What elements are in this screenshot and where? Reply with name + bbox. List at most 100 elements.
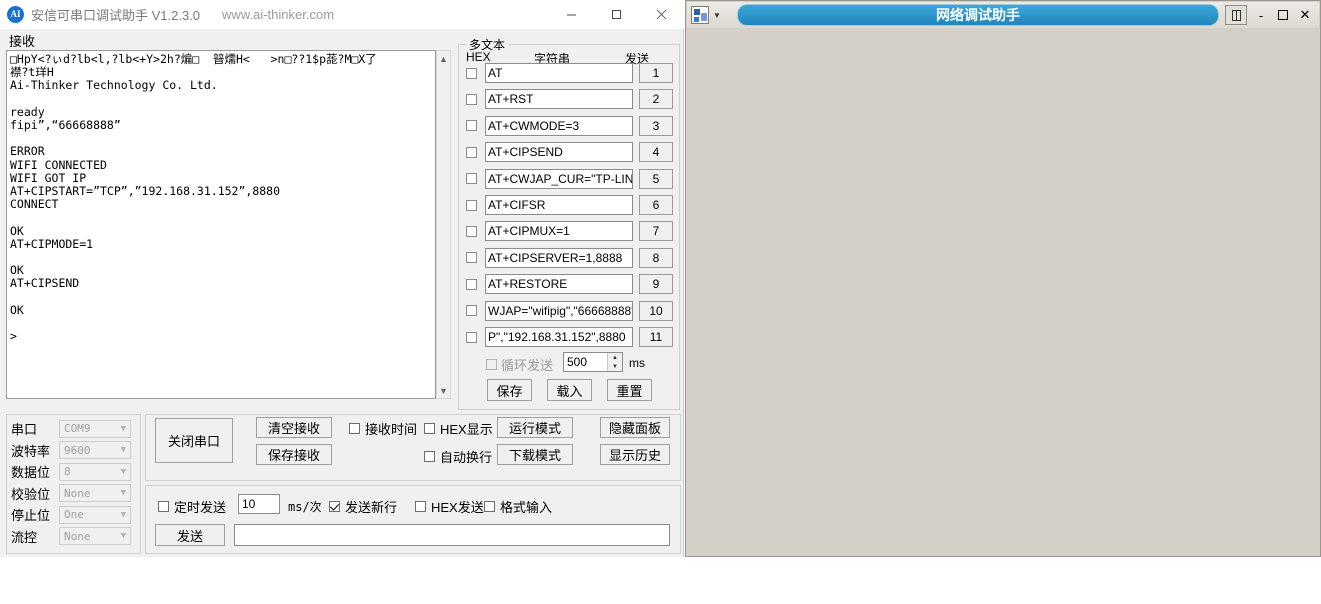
multitext-send-button[interactable]: 5 [639,168,673,189]
multitext-row: AT+CWJAP_CUR="TP-LIN 5 [466,168,673,189]
close-icon[interactable] [639,0,684,29]
hex-send-checkbox[interactable] [415,501,426,512]
multitext-hex-checkbox[interactable] [466,120,477,132]
chevron-down-icon[interactable]: ▼ [121,467,126,477]
format-input-checkbox-row[interactable]: 格式输入 [484,497,552,516]
chevron-down-icon[interactable]: ▼ [121,424,126,434]
send-button[interactable]: 发送 [155,524,225,546]
serial-receive-scrollbar[interactable]: ▲ ▼ [436,50,451,399]
receive-time-checkbox-row[interactable]: 接收时间 [349,419,417,438]
multitext-row: WJAP="wifipig","66668888" 10 [466,300,673,321]
multitext-hex-checkbox[interactable] [466,331,477,343]
network-minimize-icon[interactable]: - [1253,7,1269,23]
timed-send-checkbox-row[interactable]: 定时发送 [158,497,226,516]
serial-receive-textarea[interactable]: □HpY<?ぃd?lb<l,?lb<+Y>2h?煸□ 暜燸H< >n□??1$p… [6,50,436,399]
multitext-send-button[interactable]: 11 [639,327,673,347]
hide-panel-button[interactable]: 隐藏面板 [600,417,670,438]
multitext-col-hex: HEX [466,50,491,64]
multitext-load-button[interactable]: 载入 [547,379,592,401]
save-receive-button[interactable]: 保存接收 [256,444,332,465]
network-maximize-icon[interactable] [1275,7,1291,23]
multitext-command-input[interactable]: AT [485,63,633,83]
auto-wrap-checkbox-row[interactable]: 自动换行 [424,447,492,466]
multitext-hex-checkbox[interactable] [466,67,477,79]
multitext-row: AT+RST 2 [466,89,673,110]
loop-interval-stepper[interactable]: 500 ▲ ▼ [563,352,623,372]
close-port-button[interactable]: 关闭串口 [155,418,233,463]
multitext-command-input[interactable]: AT+CIPMUX=1 [485,221,633,242]
multitext-send-button[interactable]: 2 [639,89,673,110]
clear-receive-button[interactable]: 清空接收 [256,417,332,438]
multitext-send-button[interactable]: 1 [639,63,673,83]
download-mode-button[interactable]: 下载模式 [497,444,573,465]
hex-display-checkbox[interactable] [424,423,435,434]
titlebar-dropdown-icon[interactable]: ▼ [713,11,721,20]
multitext-hex-checkbox[interactable] [466,146,477,158]
multitext-hex-checkbox[interactable] [466,225,477,237]
chevron-down-icon[interactable]: ▼ [121,531,126,541]
multitext-send-button[interactable]: 8 [639,247,673,268]
hex-send-checkbox-row[interactable]: HEX发送 [415,497,484,516]
multitext-hex-checkbox[interactable] [466,199,477,211]
multitext-command-input[interactable]: AT+CIPSEND [485,142,633,163]
auto-wrap-label: 自动换行 [440,450,493,465]
multitext-command-input[interactable]: AT+CIPSERVER=1,8888 [485,247,633,268]
show-history-button[interactable]: 显示历史 [600,444,670,465]
serial-config-select[interactable]: COM9 ▼ [59,419,131,438]
multitext-command-input[interactable]: AT+CWJAP_CUR="TP-LIN [485,168,633,189]
serial-config-row: 停止位 One ▼ [11,505,131,524]
send-newline-checkbox[interactable] [329,501,340,512]
multitext-command-input[interactable]: P","192.168.31.152",8880 [485,327,633,347]
network-close-icon[interactable]: ✕ [1297,7,1313,23]
multitext-hex-checkbox[interactable] [466,173,477,185]
serial-config-select[interactable]: 9600 ▼ [59,441,131,459]
timed-send-interval-input[interactable]: 10 [238,494,280,514]
loop-send-checkbox[interactable] [486,359,497,370]
multitext-hex-checkbox[interactable] [466,278,477,290]
timed-send-checkbox[interactable] [158,501,169,512]
multitext-hex-checkbox[interactable] [466,93,477,105]
serial-website-url: www.ai-thinker.com [222,7,335,22]
serial-config-select[interactable]: None ▼ [59,484,131,502]
hex-send-label: HEX发送 [431,500,484,515]
multitext-send-button[interactable]: 10 [639,300,673,321]
pin-icon[interactable] [1225,5,1247,25]
send-input[interactable] [234,524,670,546]
multitext-send-button[interactable]: 7 [639,221,673,242]
multitext-hex-checkbox[interactable] [466,252,477,264]
stepper-arrows-icon[interactable]: ▲ ▼ [607,353,622,371]
multitext-send-button[interactable]: 3 [639,115,673,136]
multitext-command-input[interactable]: WJAP="wifipig","66668888" [485,300,633,321]
send-newline-checkbox-row[interactable]: 发送新行 [329,497,397,516]
serial-config-select[interactable]: One ▼ [59,505,131,524]
loop-send-row[interactable]: 循环发送 [486,355,553,374]
scroll-up-icon[interactable]: ▲ [437,51,450,66]
multitext-hex-checkbox[interactable] [466,305,477,317]
serial-config-select[interactable]: 8 ▼ [59,462,131,481]
chevron-down-icon[interactable]: ▼ [121,510,126,520]
format-input-checkbox[interactable] [484,501,495,512]
network-debug-window: ▼ 网络调试助手 - ✕ @野人 V4.2.1 网络设置 (1) 协议类型 TC… [685,0,1321,557]
multitext-command-input[interactable]: AT+RESTORE [485,274,633,295]
multitext-send-button[interactable]: 6 [639,195,673,215]
scroll-down-icon[interactable]: ▼ [437,383,450,398]
serial-config-label: 波特率 [11,443,51,459]
multitext-reset-button[interactable]: 重置 [607,379,652,401]
run-mode-button[interactable]: 运行模式 [497,417,573,438]
serial-config-select[interactable]: None ▼ [59,527,131,545]
multitext-command-input[interactable]: AT+CIFSR [485,195,633,215]
receive-time-checkbox[interactable] [349,423,360,434]
maximize-icon[interactable] [594,0,639,29]
multitext-command-input[interactable]: AT+CWMODE=3 [485,115,633,136]
minimize-icon[interactable] [549,0,594,29]
serial-titlebar: AI 安信可串口调试助手 V1.2.3.0 www.ai-thinker.com [0,0,684,29]
multitext-send-button[interactable]: 4 [639,142,673,163]
auto-wrap-checkbox[interactable] [424,451,435,462]
loop-interval-unit: ms [629,356,645,370]
chevron-down-icon[interactable]: ▼ [121,488,126,498]
multitext-save-button[interactable]: 保存 [487,379,532,401]
chevron-down-icon[interactable]: ▼ [121,445,126,455]
multitext-send-button[interactable]: 9 [639,274,673,295]
multitext-command-input[interactable]: AT+RST [485,89,633,110]
hex-display-checkbox-row[interactable]: HEX显示 [424,419,493,438]
